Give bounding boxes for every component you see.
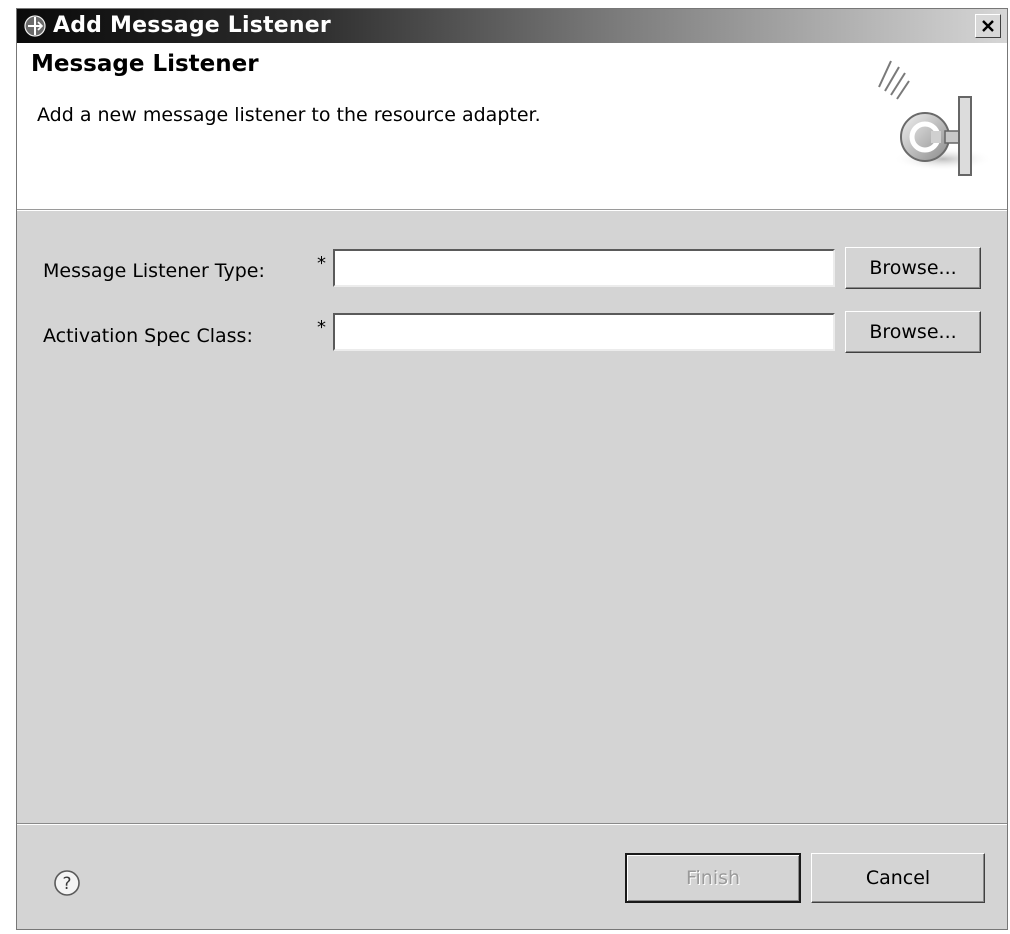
window-title: Add Message Listener [53, 13, 331, 38]
page-description: Add a new message listener to the resour… [37, 104, 541, 126]
page-title: Message Listener [31, 51, 259, 77]
close-icon [982, 20, 994, 32]
svg-text:?: ? [62, 874, 71, 894]
header-separator [17, 210, 1007, 211]
plugin-icon [24, 15, 46, 37]
close-button[interactable] [975, 14, 1001, 38]
browse-activation-spec-class-button[interactable]: Browse... [845, 311, 981, 353]
message-listener-type-input[interactable] [333, 249, 835, 287]
browse-message-listener-type-button[interactable]: Browse... [845, 247, 981, 289]
add-message-listener-dialog: Add Message Listener Message Listener Ad… [16, 8, 1008, 930]
required-marker: * [317, 253, 326, 274]
help-button[interactable]: ? [51, 867, 83, 899]
cancel-button[interactable]: Cancel [811, 853, 985, 903]
finish-button[interactable]: Finish [625, 853, 801, 903]
activation-spec-class-label: Activation Spec Class: [43, 325, 253, 347]
message-listener-type-label: Message Listener Type: [43, 260, 265, 282]
help-icon: ? [54, 870, 80, 896]
connector-wizard-icon [878, 60, 993, 176]
activation-spec-class-input[interactable] [333, 313, 835, 351]
title-bar[interactable]: Add Message Listener [17, 9, 1007, 43]
required-marker: * [317, 317, 326, 338]
